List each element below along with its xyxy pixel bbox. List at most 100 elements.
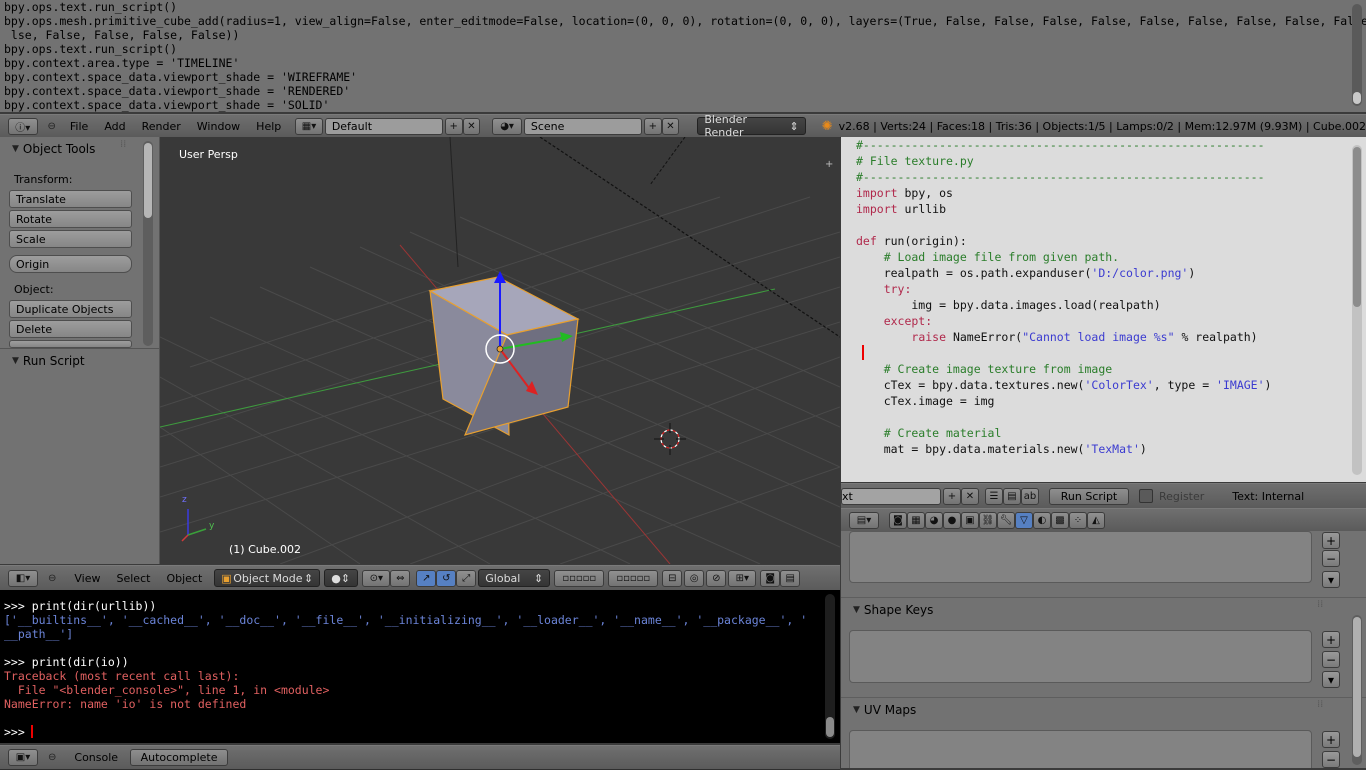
collapse-icon[interactable]: ⊖ [48, 752, 56, 763]
syntax-highlight-icon[interactable]: ab [1021, 487, 1039, 505]
data-tab-icon[interactable]: ▽ [1015, 511, 1033, 529]
delete-button[interactable]: Delete [9, 320, 132, 338]
snap-toggle-icon[interactable]: ⊘ [706, 569, 727, 587]
origin-button[interactable]: Origin [9, 255, 132, 273]
collapse-icon[interactable]: ⊖ [48, 573, 56, 584]
render-layers-tab-icon[interactable]: ▦ [907, 511, 925, 529]
code-line[interactable]: #---------------------------------------… [856, 169, 1271, 185]
rotate-manipulator-icon[interactable]: ↺ [436, 569, 457, 587]
editor-type-3dview-icon[interactable]: ◧▾ [8, 569, 38, 587]
text-name-field[interactable]: xt [841, 487, 941, 505]
add-uv-map-button[interactable]: + [1322, 731, 1340, 748]
render-engine-select[interactable]: Blender Render ⇕ [697, 113, 806, 139]
properties-scrollbar[interactable] [1352, 615, 1362, 765]
editor-type-properties-icon[interactable]: ▤▾ [849, 511, 879, 529]
autocomplete-button[interactable]: Autocomplete [130, 749, 229, 766]
menu-render[interactable]: Render [134, 120, 189, 133]
snap-element-icon[interactable]: ⊞▾ [728, 569, 757, 587]
remove-uv-map-button[interactable]: − [1322, 751, 1340, 768]
menu-file[interactable]: File [62, 120, 96, 133]
3d-viewport[interactable]: User Persp (1) Cube.002 z y + [160, 137, 840, 564]
add-vertex-group-button[interactable]: + [1322, 532, 1340, 549]
shape-keys-list[interactable] [849, 630, 1312, 683]
code-lines[interactable]: #---------------------------------------… [856, 137, 1271, 457]
render-tab-icon[interactable]: ◙ [889, 511, 907, 529]
add-scene-icon[interactable]: + [643, 117, 662, 135]
code-line[interactable]: cTex = bpy.data.textures.new('ColorTex',… [856, 377, 1272, 393]
shape-keys-header[interactable]: ▼ Shape Keys [853, 603, 933, 617]
code-line[interactable]: mat = bpy.data.materials.new('TexMat') [856, 441, 1271, 457]
constraints-tab-icon[interactable]: ⛓ [979, 511, 997, 529]
add-shape-key-button[interactable]: + [1322, 631, 1340, 648]
code-line[interactable]: cTex.image = img [856, 393, 1271, 409]
viewport-scene[interactable] [160, 137, 840, 564]
layers-row2[interactable]: ▫▫▫▫▫ [608, 569, 659, 587]
code-line[interactable]: try: [856, 281, 1271, 297]
menu-help[interactable]: Help [248, 120, 289, 133]
code-line[interactable]: except: [856, 313, 1271, 329]
code-line[interactable]: # File texture.py [856, 153, 1271, 169]
particles-tab-icon[interactable]: ⁘ [1069, 511, 1087, 529]
code-line[interactable]: img = bpy.data.images.load(realpath) [856, 297, 1271, 313]
editor-type-console-icon[interactable]: ▣▾ [8, 749, 38, 766]
layers-row1[interactable]: ▫▫▫▫▫ [554, 569, 605, 587]
drag-handle-icon[interactable]: ⁞⁞ [1317, 699, 1323, 710]
code-line[interactable] [856, 217, 1271, 233]
texture-tab-icon[interactable]: ▩ [1051, 511, 1069, 529]
translate-button[interactable]: Translate [9, 190, 132, 208]
code-line[interactable]: import bpy, os [856, 185, 1271, 201]
code-line[interactable]: #---------------------------------------… [856, 137, 1271, 153]
menu-window[interactable]: Window [189, 120, 248, 133]
scale-manipulator-icon[interactable]: ⤢ [456, 569, 477, 587]
uv-maps-header[interactable]: ▼ UV Maps [853, 703, 916, 717]
code-line[interactable] [856, 345, 1271, 361]
vertex-group-menu-button[interactable]: ▾ [1322, 571, 1340, 588]
unlink-text-icon[interactable]: ✕ [961, 487, 979, 505]
code-line[interactable]: # Create image texture from image [856, 361, 1271, 377]
vertex-groups-list[interactable] [849, 531, 1312, 583]
code-line[interactable] [856, 409, 1271, 425]
code-line[interactable]: def run(origin): [856, 233, 1271, 249]
viewport-plus-icon[interactable]: + [825, 159, 837, 171]
register-checkbox[interactable] [1139, 489, 1153, 503]
shape-key-menu-button[interactable]: ▾ [1322, 671, 1340, 688]
join-button-partial[interactable] [9, 340, 132, 348]
drag-handle-icon[interactable]: ⁞⁞ [1317, 599, 1323, 610]
new-text-icon[interactable]: + [943, 487, 961, 505]
object-tools-header[interactable]: ▼ Object Tools [0, 142, 95, 156]
remove-screen-icon[interactable]: ✕ [462, 117, 481, 135]
menu-add[interactable]: Add [96, 120, 133, 133]
render-camera-icon[interactable]: ◙ [760, 569, 781, 587]
menu-object[interactable]: Object [158, 572, 210, 585]
text-editor-scrollbar[interactable] [1352, 145, 1362, 475]
transform-orientation-select[interactable]: Global ⇕ [478, 569, 551, 587]
viewport-shading-select[interactable]: ●⇕ [324, 569, 359, 587]
manipulator-toggle-icon[interactable]: ⇔ [390, 569, 411, 587]
console-scrollbar[interactable] [825, 594, 835, 739]
code-line[interactable]: import urllib [856, 201, 1271, 217]
screen-layout-field[interactable]: Default [324, 117, 443, 135]
remove-shape-key-button[interactable]: − [1322, 651, 1340, 668]
modifiers-tab-icon[interactable]: 🔧︎ [997, 511, 1015, 529]
physics-tab-icon[interactable]: ◭ [1087, 511, 1105, 529]
info-scrollbar[interactable] [1352, 4, 1362, 106]
text-editor[interactable]: #---------------------------------------… [841, 137, 1366, 482]
material-tab-icon[interactable]: ◐ [1033, 511, 1051, 529]
scene-field[interactable]: Scene [523, 117, 642, 135]
code-line[interactable]: # Create material [856, 425, 1271, 441]
world-tab-icon[interactable]: ● [943, 511, 961, 529]
run-script-panel-header[interactable]: ▼ Run Script [0, 354, 85, 368]
code-line[interactable]: raise NameError("Cannot load image %s" %… [856, 329, 1271, 345]
add-screen-icon[interactable]: + [444, 117, 463, 135]
scale-button[interactable]: Scale [9, 230, 132, 248]
pivot-point-icon[interactable]: ⊙▾ [362, 569, 391, 587]
drag-handle-icon[interactable]: ⁞⁞ [120, 139, 126, 150]
collapse-icon[interactable]: ⊖ [48, 121, 56, 132]
remove-vertex-group-button[interactable]: − [1322, 550, 1340, 567]
object-mode-select[interactable]: ▣ Object Mode ⇕ [214, 569, 321, 587]
proportional-edit-icon[interactable]: ◎ [684, 569, 705, 587]
duplicate-objects-button[interactable]: Duplicate Objects [9, 300, 132, 318]
translate-manipulator-icon[interactable]: ↗ [416, 569, 437, 587]
screen-layout-icon[interactable]: ▦▾ [295, 117, 323, 135]
remove-scene-icon[interactable]: ✕ [661, 117, 680, 135]
